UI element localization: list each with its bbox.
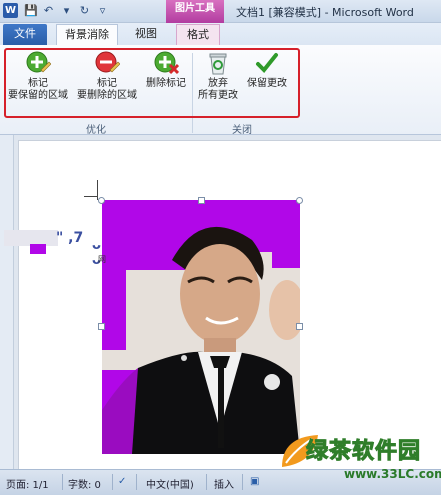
quick-access-toolbar: 💾 ↶ ▾ ↻ ▿ — [24, 4, 109, 18]
person-portrait — [102, 226, 300, 454]
status-separator — [242, 474, 243, 490]
page-count[interactable]: 页面: 1/1 — [6, 476, 49, 491]
tab-background-removal[interactable]: 背景消除 — [56, 24, 118, 45]
insert-mode[interactable]: 插入 — [214, 476, 234, 491]
resize-handle-top-left[interactable] — [98, 197, 105, 204]
redo-icon[interactable]: ↻ — [78, 4, 91, 18]
tab-file[interactable]: 文件 — [3, 24, 47, 45]
resize-handle-top-right[interactable] — [296, 197, 303, 204]
tab-format[interactable]: 格式 — [176, 24, 220, 45]
save-icon[interactable]: 💾 — [24, 4, 38, 18]
word-app-icon[interactable]: W — [3, 3, 18, 18]
site-logo: 绿茶软件园 www.33LC.com — [282, 425, 441, 495]
resize-handle-right[interactable] — [296, 323, 303, 330]
crop-mark — [97, 180, 98, 200]
resize-handle-left[interactable] — [98, 323, 105, 330]
status-separator — [112, 474, 113, 490]
watermark-fragment: " ,7 ᴗ ᴗ 网 — [0, 230, 110, 268]
logo-url: www.33LC.com — [344, 467, 441, 481]
ribbon-tabs: 文件 背景消除 视图 格式 — [0, 23, 441, 45]
language-indicator[interactable]: 中文(中国) — [146, 476, 194, 491]
proofing-icon[interactable]: ✓ — [118, 476, 126, 487]
tab-view[interactable]: 视图 — [126, 24, 166, 45]
group-label-close: 关闭 — [232, 125, 252, 136]
vertical-ruler — [0, 135, 14, 469]
watermark-small: 网 — [98, 255, 106, 264]
undo-icon[interactable]: ↶ — [42, 4, 55, 18]
customize-qat-icon[interactable]: ▿ — [96, 4, 109, 18]
word-count[interactable]: 字数: 0 — [68, 476, 101, 491]
watermark-text: " ,7 — [56, 230, 84, 246]
picture-tools-context-label: 图片工具 — [166, 0, 224, 23]
status-separator — [206, 474, 207, 490]
logo-name: 绿茶软件园 — [305, 439, 422, 465]
window-title: 文档1 [兼容模式] - Microsoft Word — [236, 6, 414, 19]
picture-being-edited[interactable] — [102, 200, 300, 454]
group-label-optimize: 优化 — [86, 125, 106, 136]
title-bar: W 💾 ↶ ▾ ↻ ▿ 图片工具 文档1 [兼容模式] - Microsoft … — [0, 0, 441, 23]
macro-record-icon[interactable]: ▣ — [250, 476, 259, 487]
dropdown-icon[interactable]: ▾ — [60, 4, 73, 18]
status-separator — [136, 474, 137, 490]
resize-handle-top[interactable] — [198, 197, 205, 204]
status-separator — [62, 474, 63, 490]
crop-mark — [84, 196, 98, 197]
highlight-box — [4, 48, 300, 118]
